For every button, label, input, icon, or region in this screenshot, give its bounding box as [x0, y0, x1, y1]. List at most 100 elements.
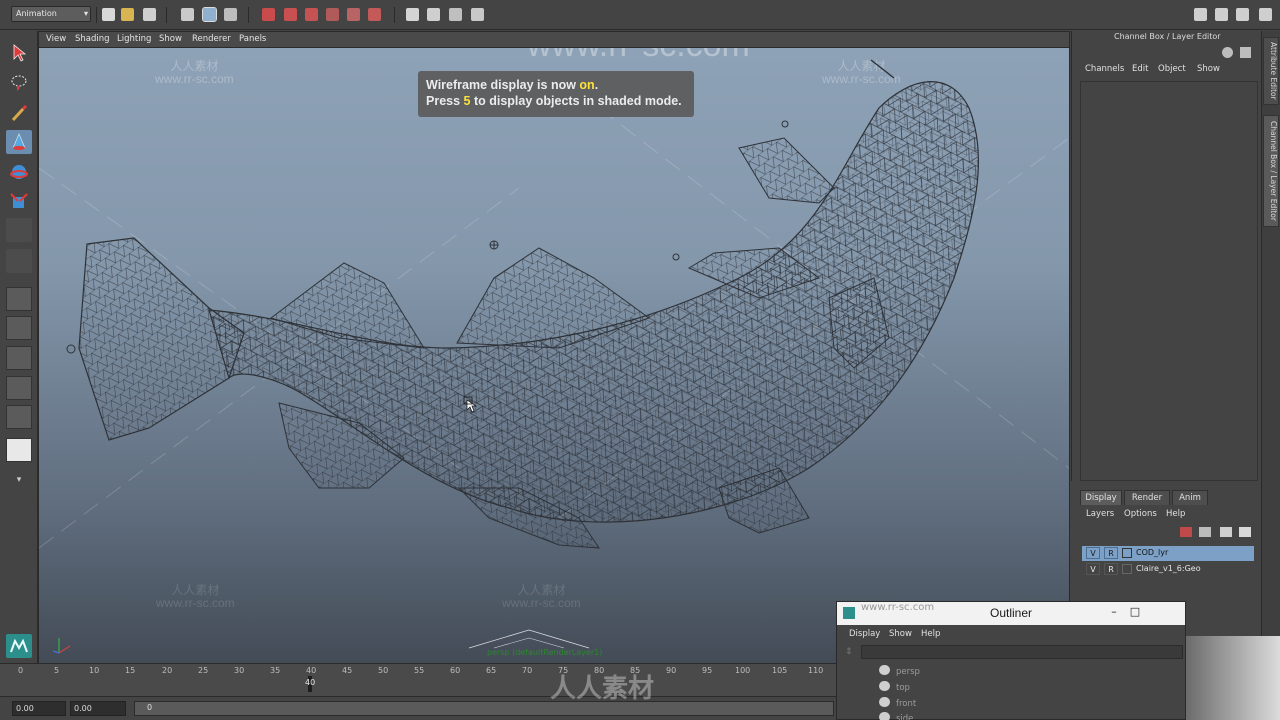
visibility-icon[interactable] [1222, 47, 1233, 58]
start-time-field[interactable]: 0.00 [12, 701, 66, 716]
menu-lighting[interactable]: Lighting [117, 34, 151, 44]
playback-start-field[interactable]: 0.00 [70, 701, 126, 716]
render-settings-icon[interactable] [471, 8, 484, 21]
open-scene-icon[interactable] [121, 8, 134, 21]
new-layer-from-selection-icon[interactable] [1239, 527, 1251, 537]
menu-object[interactable]: Object [1158, 64, 1186, 74]
layer-row[interactable]: V R Claire_v1_6:Geo [1082, 562, 1254, 577]
tick-label: 40 [306, 666, 317, 675]
visibility-toggle[interactable]: V [1086, 563, 1100, 575]
current-frame-label: 40 [305, 678, 316, 687]
snap-grid-icon[interactable] [262, 8, 275, 21]
two-pane-layout[interactable] [6, 438, 32, 462]
tick-label: 30 [234, 666, 245, 675]
filter-icon[interactable]: ⇕ [845, 647, 857, 657]
menu-show[interactable]: Show [889, 629, 912, 639]
visibility-toggle[interactable]: V [1086, 547, 1100, 559]
render-current-frame-icon[interactable] [427, 8, 440, 21]
show-channel-box-icon[interactable] [1236, 8, 1249, 21]
reference-toggle[interactable]: R [1104, 563, 1118, 575]
layer-color-swatch[interactable] [1122, 564, 1132, 574]
render-view-icon[interactable] [406, 8, 419, 21]
persp-outliner-layout[interactable] [6, 346, 32, 370]
select-tool[interactable] [6, 41, 32, 65]
hypershade-layout[interactable] [6, 405, 32, 429]
menu-help[interactable]: Help [1166, 509, 1185, 519]
layout-options[interactable]: ▾ [6, 468, 32, 492]
menu-display[interactable]: Display [849, 629, 880, 639]
menu-view[interactable]: View [46, 34, 66, 44]
separator [96, 7, 97, 23]
snap-point-icon[interactable] [305, 8, 318, 21]
show-manipulator-tool[interactable] [6, 249, 32, 273]
playback-range-bar[interactable]: 0 [134, 701, 834, 716]
pin-icon[interactable] [1240, 47, 1251, 58]
magnet-icon[interactable] [368, 8, 381, 21]
menu-set-select[interactable]: Animation ▾ [11, 6, 91, 22]
select-object-icon[interactable] [202, 7, 217, 22]
camera-icon [879, 712, 890, 720]
menu-panels[interactable]: Panels [239, 34, 266, 44]
channel-box-title: Channel Box / Layer Editor [1114, 32, 1221, 41]
single-perspective-layout[interactable] [6, 287, 32, 311]
show-layer-editor-icon[interactable] [1259, 8, 1272, 21]
menu-options[interactable]: Options [1124, 509, 1157, 519]
outliner-item-front[interactable]: front [879, 697, 916, 711]
channel-list-area[interactable] [1080, 81, 1258, 481]
outliner-item-persp[interactable]: persp [879, 665, 920, 679]
select-component-icon[interactable] [224, 8, 237, 21]
new-layer-icon[interactable] [1220, 527, 1232, 537]
ipr-render-icon[interactable] [449, 8, 462, 21]
move-tool[interactable] [6, 130, 32, 154]
tab-anim[interactable]: Anim [1172, 490, 1208, 505]
viewport-canvas[interactable]: www.rr-sc.com 人人素材www.rr-sc.com 人人素材www.… [39, 48, 1069, 663]
save-scene-icon[interactable] [143, 8, 156, 21]
fish-wireframe[interactable] [39, 48, 1069, 663]
tab-attribute-editor[interactable]: Attribute Editor [1263, 37, 1279, 105]
new-scene-icon[interactable] [102, 8, 115, 21]
menu-shading[interactable]: Shading [75, 34, 110, 44]
tab-display[interactable]: Display [1080, 490, 1122, 505]
move-layer-up-icon[interactable] [1180, 527, 1192, 537]
menu-renderer[interactable]: Renderer [192, 34, 231, 44]
outliner-item-side[interactable]: side [879, 712, 913, 720]
side-tab-strip: Attribute Editor Channel Box / Layer Edi… [1261, 31, 1280, 663]
lasso-tool[interactable] [6, 71, 32, 95]
scale-tool[interactable] [6, 190, 32, 214]
chevron-down-icon: ▾ [16, 475, 22, 485]
show-tool-settings-icon[interactable] [1215, 8, 1228, 21]
menu-show[interactable]: Show [159, 34, 182, 44]
tick-label: 0 [18, 666, 24, 675]
tab-render[interactable]: Render [1124, 490, 1170, 505]
menu-help[interactable]: Help [921, 629, 940, 639]
persp-graph-layout[interactable] [6, 376, 32, 400]
maximize-button[interactable]: □ [1128, 605, 1142, 619]
layer-color-swatch[interactable] [1122, 548, 1132, 558]
minimize-button[interactable]: – [1107, 605, 1121, 619]
paint-select-tool[interactable] [6, 101, 32, 125]
outliner-search-field[interactable] [861, 645, 1183, 659]
panel-menu-bar: View Shading Lighting Show Renderer Pane… [39, 32, 1069, 48]
scale-cube-icon [10, 193, 28, 208]
tab-channel-box[interactable]: Channel Box / Layer Editor [1263, 115, 1279, 227]
show-attribute-editor-icon[interactable] [1194, 8, 1207, 21]
make-live-icon[interactable] [347, 8, 360, 21]
menu-show[interactable]: Show [1197, 64, 1220, 74]
menu-channels[interactable]: Channels [1085, 64, 1124, 74]
new-empty-layer-icon[interactable] [1199, 527, 1211, 537]
separator [394, 7, 395, 23]
menu-edit[interactable]: Edit [1132, 64, 1148, 74]
last-tool[interactable] [6, 218, 32, 242]
menu-layers[interactable]: Layers [1086, 509, 1114, 519]
reference-toggle[interactable]: R [1104, 547, 1118, 559]
rotate-sphere-icon [10, 165, 28, 179]
snap-view-plane-icon[interactable] [326, 8, 339, 21]
four-view-layout[interactable] [6, 316, 32, 340]
rotate-tool[interactable] [6, 160, 32, 184]
outliner-item-top[interactable]: top [879, 681, 910, 695]
layer-name: COD_lyr [1136, 548, 1169, 557]
select-hierarchy-icon[interactable] [181, 8, 194, 21]
layer-row[interactable]: V R COD_lyr [1082, 546, 1254, 561]
snap-curve-icon[interactable] [284, 8, 297, 21]
outliner-titlebar[interactable]: www.rr-sc.com Outliner – □ [837, 602, 1185, 625]
